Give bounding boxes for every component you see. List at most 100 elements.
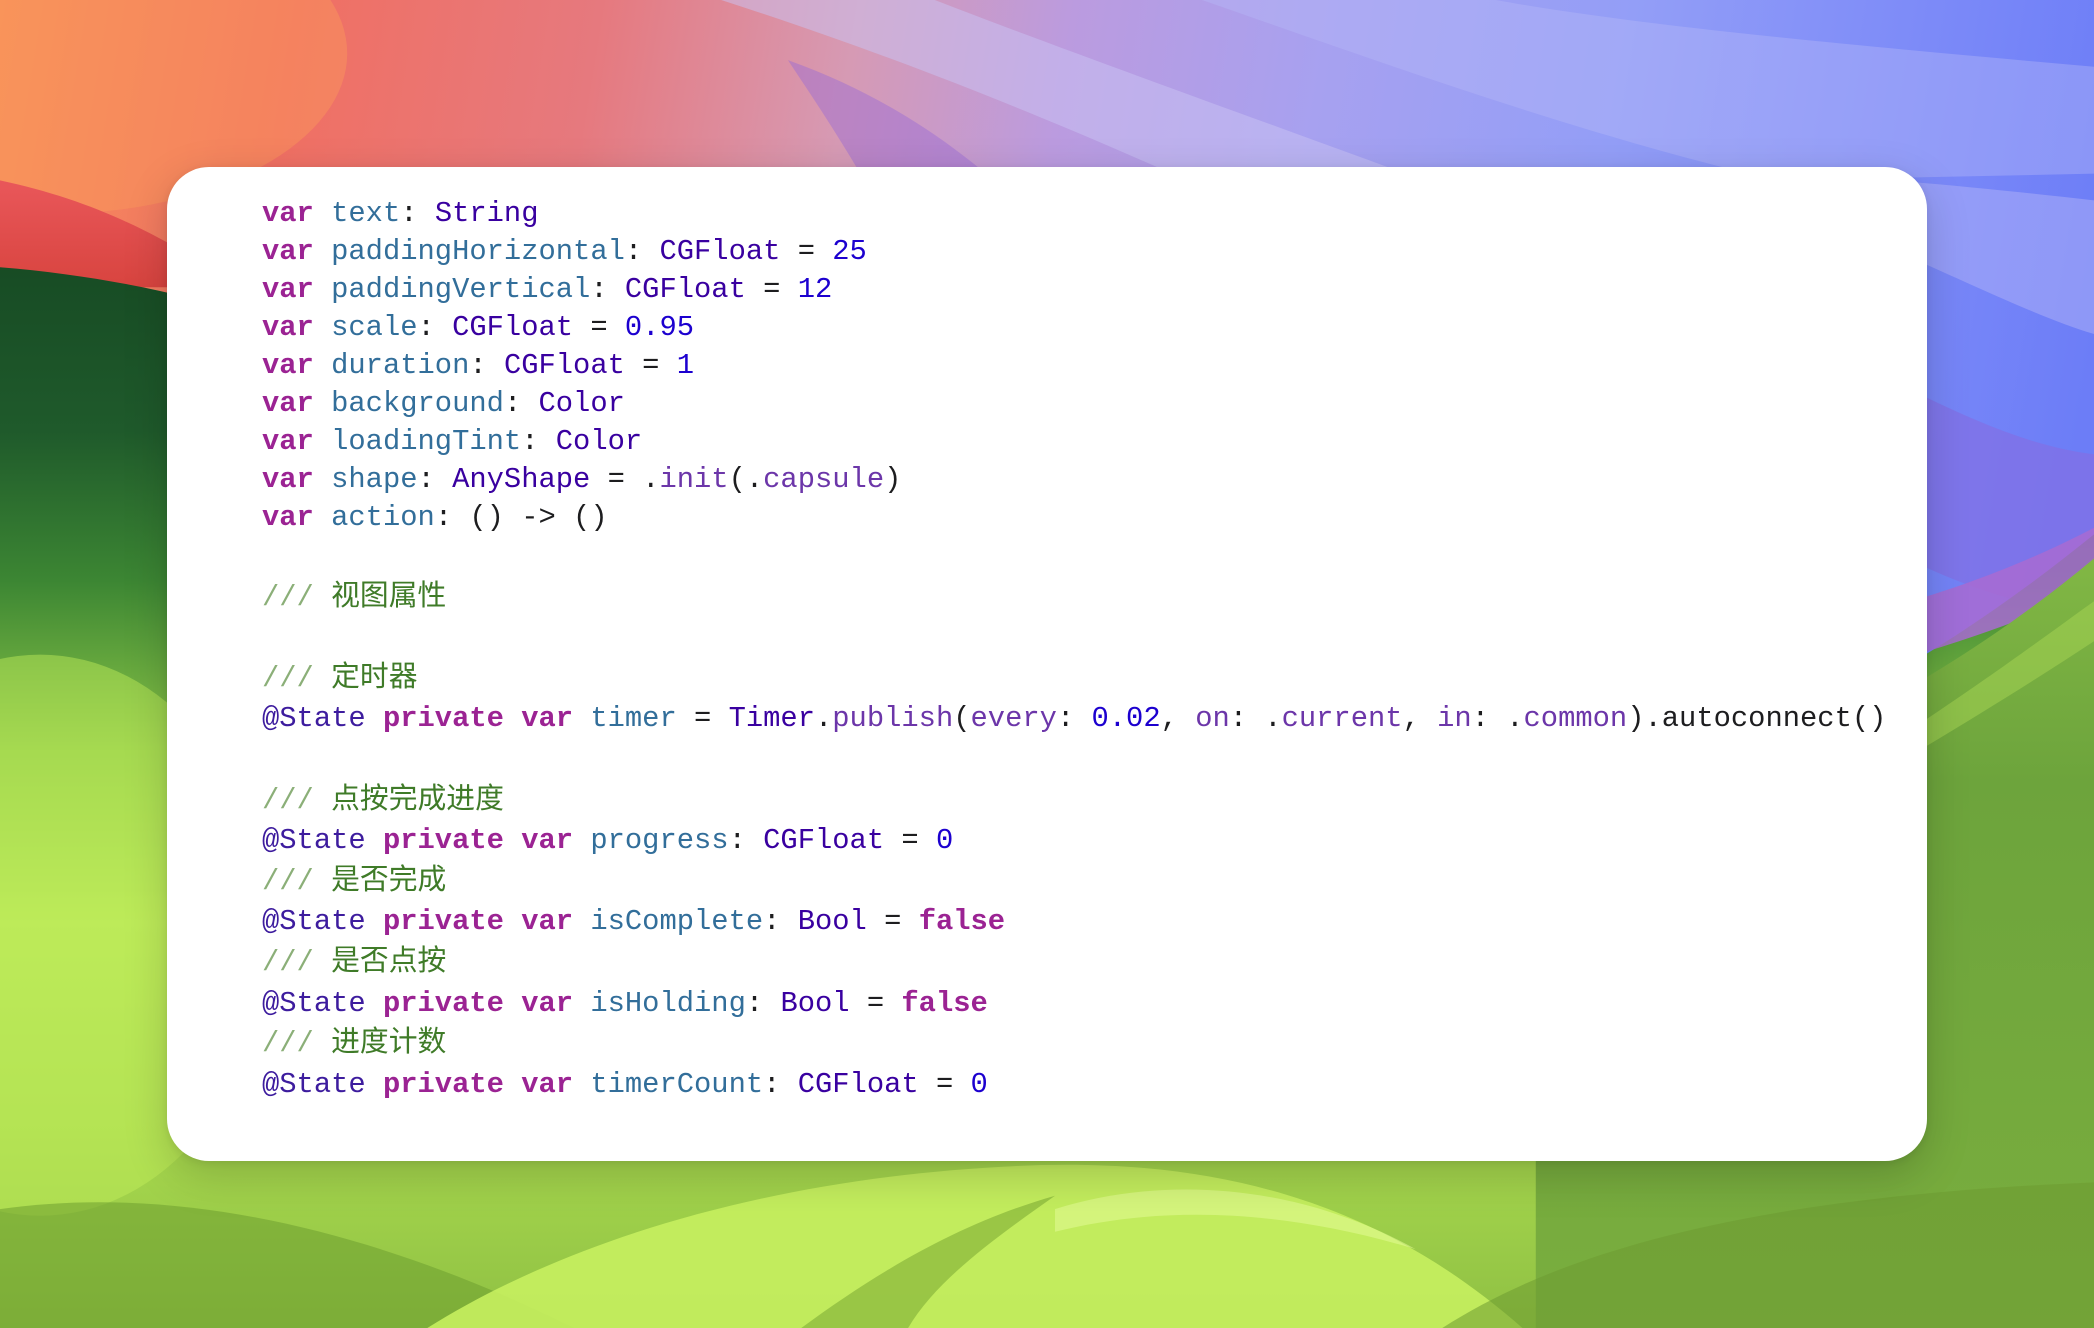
code-token: shape — [331, 463, 418, 496]
code-token: : — [503, 387, 539, 420]
code-token: private — [382, 905, 522, 939]
code-token: private — [382, 1067, 522, 1101]
code-token: var — [262, 273, 332, 306]
code-token: = — [780, 235, 833, 268]
code-snippet-card: var text: String var paddingHorizontal: C… — [167, 167, 1927, 1161]
code-token: /// — [262, 580, 314, 614]
code-token: isComplete — [590, 905, 764, 939]
code-line: var text: String — [262, 195, 1927, 233]
code-token: = . — [590, 463, 660, 496]
code-line: /// 点按完成进度 — [262, 781, 1927, 822]
code-token: var — [521, 986, 591, 1020]
code-token: var — [262, 425, 332, 458]
code-token: : — [521, 425, 556, 458]
code-line: var scale: CGFloat = 0.95 — [262, 309, 1927, 347]
code-token: timerCount — [590, 1067, 764, 1101]
code-token: , — [1160, 702, 1196, 736]
code-token: loadingTint — [331, 425, 522, 458]
code-token: common — [1523, 702, 1628, 736]
code-line: var background: Color — [262, 385, 1927, 423]
code-token: = — [573, 311, 625, 344]
code-token: background — [331, 387, 504, 420]
code-token: Color — [538, 387, 625, 420]
code-token: : — [1056, 702, 1092, 736]
code-token: /// — [262, 945, 314, 979]
code-token: Timer — [728, 702, 815, 736]
state-code-block: /// 视图属性/// 定时器 @State private var timer … — [262, 537, 1927, 1105]
code-line: var duration: CGFloat = 1 — [262, 347, 1927, 385]
code-token: /// — [262, 864, 314, 898]
code-token: @State — [262, 702, 383, 736]
code-token: private — [382, 986, 522, 1020]
code-token: var — [521, 1067, 591, 1101]
code-token: var — [262, 387, 332, 420]
code-token: ).autoconnect() — [1627, 702, 1887, 736]
code-token: ) — [884, 463, 902, 496]
code-token: CGFloat — [452, 311, 574, 344]
properties-code-block: var text: String var paddingHorizontal: C… — [262, 195, 1927, 537]
code-token: false — [901, 986, 988, 1020]
code-line: @State private var timer = Timer.publish… — [262, 699, 1927, 740]
code-token: text — [331, 197, 401, 230]
code-line: var loadingTint: Color — [262, 423, 1927, 461]
code-token: var — [262, 197, 332, 230]
code-token: 点按完成进度 — [313, 783, 504, 817]
code-token: every — [970, 702, 1057, 736]
code-token: var — [521, 702, 591, 736]
code-token: = — [918, 1067, 971, 1101]
code-token: = — [849, 986, 902, 1020]
code-token: CGFloat — [659, 235, 781, 268]
code-token: CGFloat — [797, 1067, 919, 1101]
code-token: paddingHorizontal — [331, 235, 625, 268]
code-token: ( — [953, 702, 971, 736]
code-token: /// — [262, 1027, 314, 1061]
code-token: : () -> () — [434, 501, 608, 534]
code-line: /// 定时器 — [262, 659, 1927, 700]
code-token: @State — [262, 1067, 383, 1101]
code-token: @State — [262, 986, 383, 1020]
code-token: : — [417, 311, 453, 344]
code-token: current — [1281, 702, 1403, 736]
code-token: : — [624, 235, 660, 268]
code-token: : . — [1471, 702, 1524, 736]
code-token: var — [262, 463, 332, 496]
code-token: CGFloat — [763, 824, 885, 858]
code-token: @State — [262, 824, 383, 858]
code-line: var action: () -> () — [262, 499, 1927, 537]
code-token: paddingVertical — [331, 273, 591, 306]
code-token: 0 — [935, 824, 954, 858]
code-token: init — [659, 463, 729, 496]
code-line: /// 视图属性 — [262, 578, 1927, 619]
code-token: var — [262, 501, 332, 534]
code-token: : — [469, 349, 504, 382]
code-token: : — [745, 986, 781, 1020]
code-token: 1 — [676, 349, 695, 382]
code-token: /// — [262, 783, 314, 817]
code-token: 定时器 — [313, 661, 418, 695]
code-token: CGFloat — [624, 273, 746, 306]
code-token: 12 — [797, 273, 833, 306]
code-token: var — [262, 349, 332, 382]
code-line: /// 是否点按 — [262, 943, 1927, 984]
code-token: , — [1402, 702, 1438, 736]
code-line: @State private var timerCount: CGFloat =… — [262, 1065, 1927, 1106]
code-token: : — [763, 1067, 798, 1101]
code-token: : . — [1229, 702, 1282, 736]
code-token: var — [521, 824, 591, 858]
code-line: /// 是否完成 — [262, 862, 1927, 903]
code-token: = — [866, 905, 919, 939]
code-token: (. — [728, 463, 764, 496]
code-token: publish — [832, 702, 954, 736]
code-token: Bool — [780, 986, 850, 1020]
code-token: 视图属性 — [313, 580, 447, 614]
code-line: var paddingVertical: CGFloat = 12 — [262, 271, 1927, 309]
code-token: duration — [331, 349, 470, 382]
code-token: 25 — [832, 235, 867, 268]
code-token: progress — [590, 824, 729, 858]
code-token: 0.02 — [1091, 702, 1161, 736]
code-token: action — [331, 501, 435, 534]
code-token: . — [815, 702, 833, 736]
code-token: : — [728, 824, 764, 858]
